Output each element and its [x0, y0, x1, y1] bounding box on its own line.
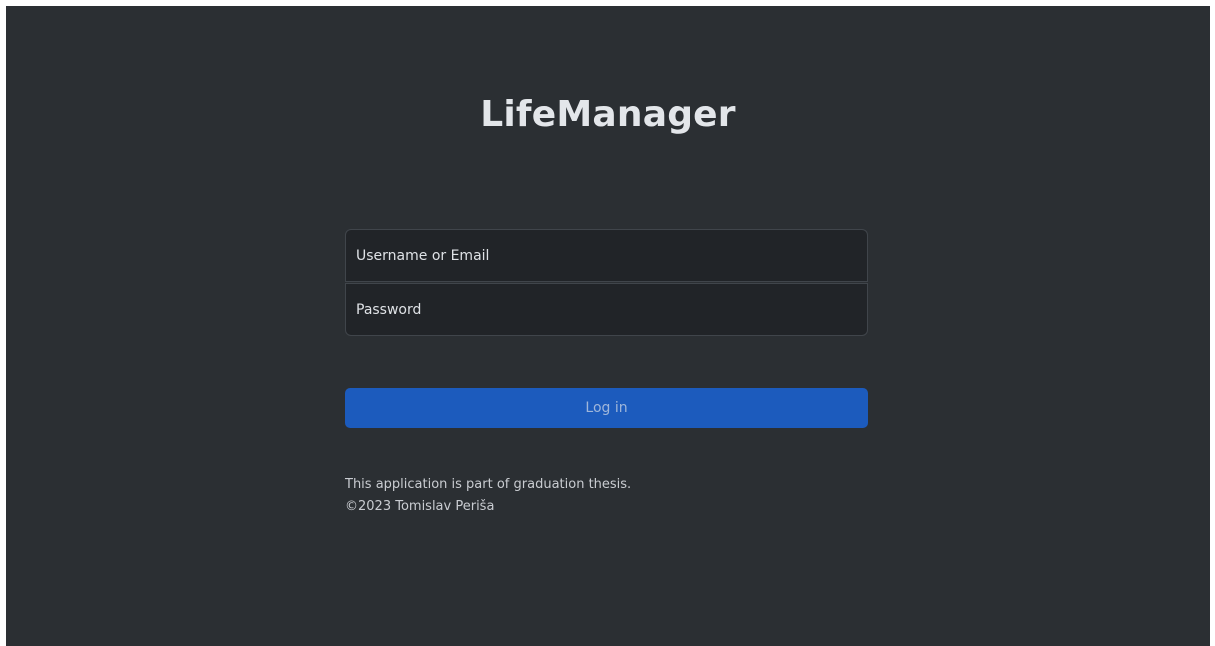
- footer: This application is part of graduation t…: [345, 474, 868, 518]
- username-input[interactable]: [356, 247, 867, 264]
- password-field-container: [345, 283, 868, 336]
- login-form: Log in This application is part of gradu…: [345, 229, 868, 518]
- username-field-container: [345, 229, 868, 282]
- footer-thesis-note: This application is part of graduation t…: [345, 477, 632, 492]
- login-page: LifeManager Log in This application is p…: [6, 6, 1210, 646]
- footer-copyright: ©2023 Tomislav Periša: [345, 499, 495, 514]
- login-button[interactable]: Log in: [345, 388, 868, 428]
- password-input[interactable]: [356, 301, 867, 318]
- app-title: LifeManager: [480, 94, 736, 135]
